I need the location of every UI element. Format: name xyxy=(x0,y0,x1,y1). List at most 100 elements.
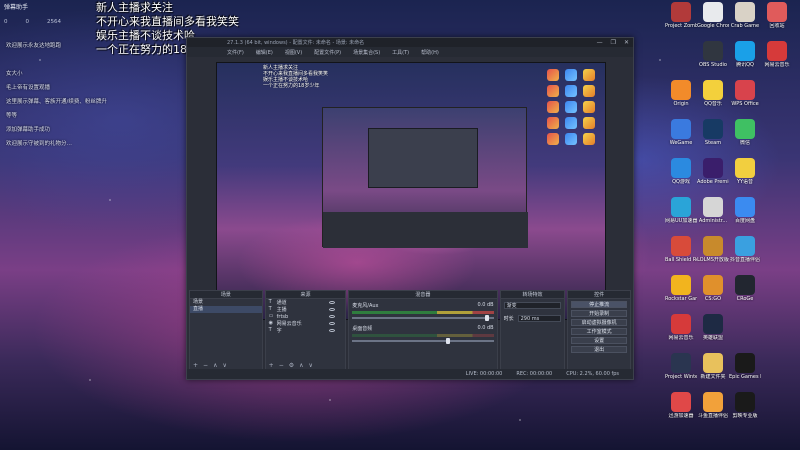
desktop-icon[interactable] xyxy=(666,41,696,79)
volume-slider[interactable] xyxy=(352,338,494,344)
desktop-icon[interactable]: Project Zomboid xyxy=(665,2,697,40)
desktop-icon[interactable] xyxy=(762,80,792,118)
nested-obs-docks xyxy=(323,212,528,248)
app-icon xyxy=(703,41,723,61)
obs-titlebar[interactable]: 27.1.3 (64 bit, windows) - 配置文件: 未命名 - 场… xyxy=(187,38,633,47)
desktop-icon[interactable]: 腾讯QQ xyxy=(730,41,760,79)
desktop-icon[interactable]: QQ游戏 xyxy=(666,158,696,196)
menu-help[interactable]: 帮助(H) xyxy=(421,49,439,56)
desktop-icon[interactable] xyxy=(762,314,792,352)
desktop-icon[interactable]: Crab Game xyxy=(730,2,760,40)
app-icon xyxy=(735,197,755,217)
scene-item[interactable]: 直播 xyxy=(190,306,262,313)
source-properties-gear-icon[interactable]: ⚙ xyxy=(289,362,294,369)
volume-slider[interactable] xyxy=(352,315,494,321)
volume-slider-handle[interactable] xyxy=(446,338,451,344)
desktop-icon[interactable]: LOLMS开放版 xyxy=(697,236,729,274)
move-scene-down-button[interactable]: ∨ xyxy=(222,362,226,369)
stop-streaming-button[interactable]: 停止推流 xyxy=(571,301,627,308)
desktop-icon[interactable]: 百度网盘 xyxy=(730,197,760,235)
move-scene-up-button[interactable]: ∧ xyxy=(213,362,217,369)
desktop-icon[interactable]: Project Winter xyxy=(665,353,697,391)
desktop-icon[interactable]: 剪映专业版 xyxy=(730,392,760,430)
menu-tools[interactable]: 工具(T) xyxy=(392,49,409,56)
minimize-button[interactable]: — xyxy=(597,39,603,46)
move-source-up-button[interactable]: ∧ xyxy=(299,362,303,369)
remove-scene-button[interactable]: − xyxy=(203,362,208,369)
desktop-icon[interactable] xyxy=(762,353,792,391)
desktop-icon[interactable]: WPS Office xyxy=(730,80,760,118)
add-scene-button[interactable]: + xyxy=(193,362,198,369)
overlay-line: 新人主播求关注 xyxy=(96,1,173,14)
desktop-icon[interactable]: Origin xyxy=(666,80,696,118)
menu-edit[interactable]: 编辑(E) xyxy=(256,49,273,56)
close-button[interactable]: ✕ xyxy=(624,39,629,46)
exit-button[interactable]: 退出 xyxy=(571,346,627,353)
desktop-icon[interactable]: Google Chrome xyxy=(697,2,729,40)
desktop-icon[interactable]: 网易云音乐 xyxy=(762,41,792,79)
desktop-icon[interactable]: 微信 xyxy=(730,119,760,157)
desktop-icon[interactable]: YY语音 xyxy=(730,158,760,196)
desktop-icon[interactable]: 网易云音乐 xyxy=(666,314,696,352)
desktop-icon[interactable]: Adobe Premie... xyxy=(697,158,729,196)
desktop-icon[interactable]: 迅游加速器 xyxy=(666,392,696,430)
source-item[interactable]: T 主播 xyxy=(266,306,346,313)
menu-file[interactable]: 文件(F) xyxy=(227,49,244,56)
desktop-icon[interactable]: 斗鱼直播伴侣 xyxy=(698,392,728,430)
desktop-icon-label: QQ游戏 xyxy=(672,179,690,185)
desktop-icon[interactable]: CS:GO xyxy=(698,275,728,313)
source-item[interactable]: ▭ frtsb xyxy=(266,313,346,320)
start-recording-button[interactable]: 开始录制 xyxy=(571,310,627,317)
source-item[interactable]: T 通道 xyxy=(266,299,346,306)
virtual-camera-button[interactable]: 启动虚拟摄像机 xyxy=(571,319,627,326)
desktop-icon[interactable] xyxy=(762,119,792,157)
duration-input[interactable]: 290 ms xyxy=(517,315,562,322)
desktop-icon[interactable]: WeGame xyxy=(666,119,696,157)
source-item[interactable]: ◉ 网易云音乐 xyxy=(266,320,346,327)
scene-item[interactable]: 场景 xyxy=(190,299,262,306)
remove-source-button[interactable]: − xyxy=(279,362,284,369)
desktop-icon[interactable]: Steam xyxy=(698,119,728,157)
visibility-eye-icon[interactable] xyxy=(329,322,336,325)
desktop-icon[interactable] xyxy=(762,392,792,430)
maximize-button[interactable]: ❐ xyxy=(611,39,616,46)
desktop-icon[interactable] xyxy=(762,236,792,274)
app-icon xyxy=(703,119,723,139)
move-source-down-button[interactable]: ∨ xyxy=(309,362,313,369)
add-source-button[interactable]: + xyxy=(269,362,274,369)
volume-slider-handle[interactable] xyxy=(484,315,489,321)
chat-line: 女大小 xyxy=(6,71,23,77)
desktop-icon[interactable]: Ball Shield Retreat xyxy=(665,236,697,274)
visibility-eye-icon[interactable] xyxy=(329,315,336,318)
visibility-eye-icon[interactable] xyxy=(329,301,336,304)
desktop-icon[interactable]: CRoGe xyxy=(730,275,760,313)
desktop-icon[interactable]: Administr... xyxy=(698,197,728,235)
desktop-icon[interactable] xyxy=(762,158,792,196)
desktop-icon[interactable]: Epic Games Launcher xyxy=(729,353,761,391)
obs-preview[interactable]: 新人主播求关注 不开心来我直播间多看我笑笑 娱乐主播不谈技术哈 一个正在努力的1… xyxy=(216,62,606,320)
menu-view[interactable]: 视图(V) xyxy=(285,49,302,56)
desktop-icon[interactable]: OBS Studio xyxy=(698,41,728,79)
desktop-icon[interactable]: Rockstar Games xyxy=(665,275,697,313)
app-icon xyxy=(671,158,691,178)
desktop-icon[interactable] xyxy=(762,275,792,313)
desktop-icon[interactable] xyxy=(762,197,792,235)
transition-type-select[interactable]: 渐变 xyxy=(503,302,562,309)
desktop-icon[interactable]: 英雄联盟 xyxy=(698,314,728,352)
sources-toolbar: + − ⚙ ∧ ∨ xyxy=(266,361,346,369)
desktop-icon[interactable]: 回收站 xyxy=(762,2,792,40)
app-icon xyxy=(583,85,595,97)
desktop-icon[interactable]: 抖音直播伴侣 xyxy=(730,236,760,274)
studio-mode-button[interactable]: 工作室模式 xyxy=(571,328,627,335)
desktop-icon[interactable] xyxy=(730,314,760,352)
source-item[interactable]: T 字 xyxy=(266,327,346,334)
settings-button[interactable]: 设置 xyxy=(571,337,627,344)
desktop-icon[interactable]: 网易UU加速器 xyxy=(665,197,697,235)
visibility-eye-icon[interactable] xyxy=(329,329,336,332)
audio-mixer-dock: 混音器 麦克风/Aux 0.0 dB 桌面音频 0.0 dB xyxy=(348,290,498,370)
desktop-icon[interactable]: QQ音乐 xyxy=(698,80,728,118)
desktop-icon[interactable]: 新建文件夹 xyxy=(698,353,728,391)
menu-scene-collection[interactable]: 场景集合(S) xyxy=(353,49,380,56)
menu-profile[interactable]: 配置文件(P) xyxy=(314,49,341,56)
visibility-eye-icon[interactable] xyxy=(329,308,336,311)
